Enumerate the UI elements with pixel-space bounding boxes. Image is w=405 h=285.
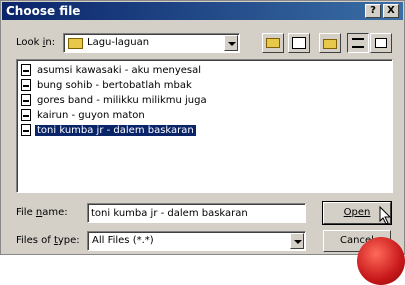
details-view-button[interactable] — [370, 33, 392, 53]
new-folder-button[interactable] — [319, 33, 341, 53]
audio-file-icon — [21, 79, 31, 91]
chevron-down-icon[interactable] — [290, 233, 304, 249]
details-view-icon — [375, 38, 387, 48]
look-in-dropdown[interactable]: Lagu-laguan — [63, 33, 240, 53]
list-item[interactable]: bung sohib - bertobatlah mbak — [21, 79, 194, 93]
folder-icon — [68, 38, 83, 49]
list-item[interactable]: kairun - guyon maton — [21, 109, 147, 123]
dialog-title: Choose file — [6, 4, 81, 18]
new-folder-icon — [323, 39, 337, 49]
file-type-value: All Files (*.*) — [92, 235, 154, 246]
file-type-label: Files of type: — [16, 235, 80, 246]
record-badge — [357, 237, 405, 285]
list-item-selected[interactable]: toni kumba jr - dalem baskaran — [21, 123, 197, 138]
choose-file-dialog: Choose file ? X Look in: Lagu-laguan asu… — [0, 0, 405, 285]
audio-file-icon — [21, 109, 31, 121]
mouse-cursor-icon — [379, 206, 392, 225]
help-button[interactable]: ? — [365, 4, 381, 18]
list-view-icon — [352, 38, 364, 48]
folder-up-icon — [266, 38, 280, 48]
audio-file-icon — [21, 94, 31, 106]
desktop-button[interactable] — [288, 33, 310, 53]
desktop-icon — [292, 37, 306, 49]
file-name-input[interactable] — [88, 204, 305, 222]
list-item[interactable]: gores band - milikku milikmu juga — [21, 94, 209, 108]
list-view-button[interactable] — [347, 33, 369, 53]
audio-file-icon — [21, 64, 31, 76]
file-list[interactable]: asumsi kawasaki - aku menyesal bung sohi… — [16, 59, 393, 193]
look-in-label: Look in: — [16, 37, 56, 48]
title-bar[interactable]: Choose file ? X — [2, 2, 403, 20]
folder-up-button[interactable] — [262, 33, 284, 53]
list-item[interactable]: asumsi kawasaki - aku menyesal — [21, 64, 203, 78]
file-type-dropdown[interactable]: All Files (*.*) — [87, 231, 306, 251]
chevron-down-icon[interactable] — [224, 35, 238, 51]
close-button[interactable]: X — [383, 4, 399, 18]
file-name-field[interactable] — [87, 203, 306, 223]
file-name-label: File name: — [16, 207, 68, 218]
look-in-value: Lagu-laguan — [87, 37, 150, 48]
audio-file-icon — [21, 124, 31, 136]
